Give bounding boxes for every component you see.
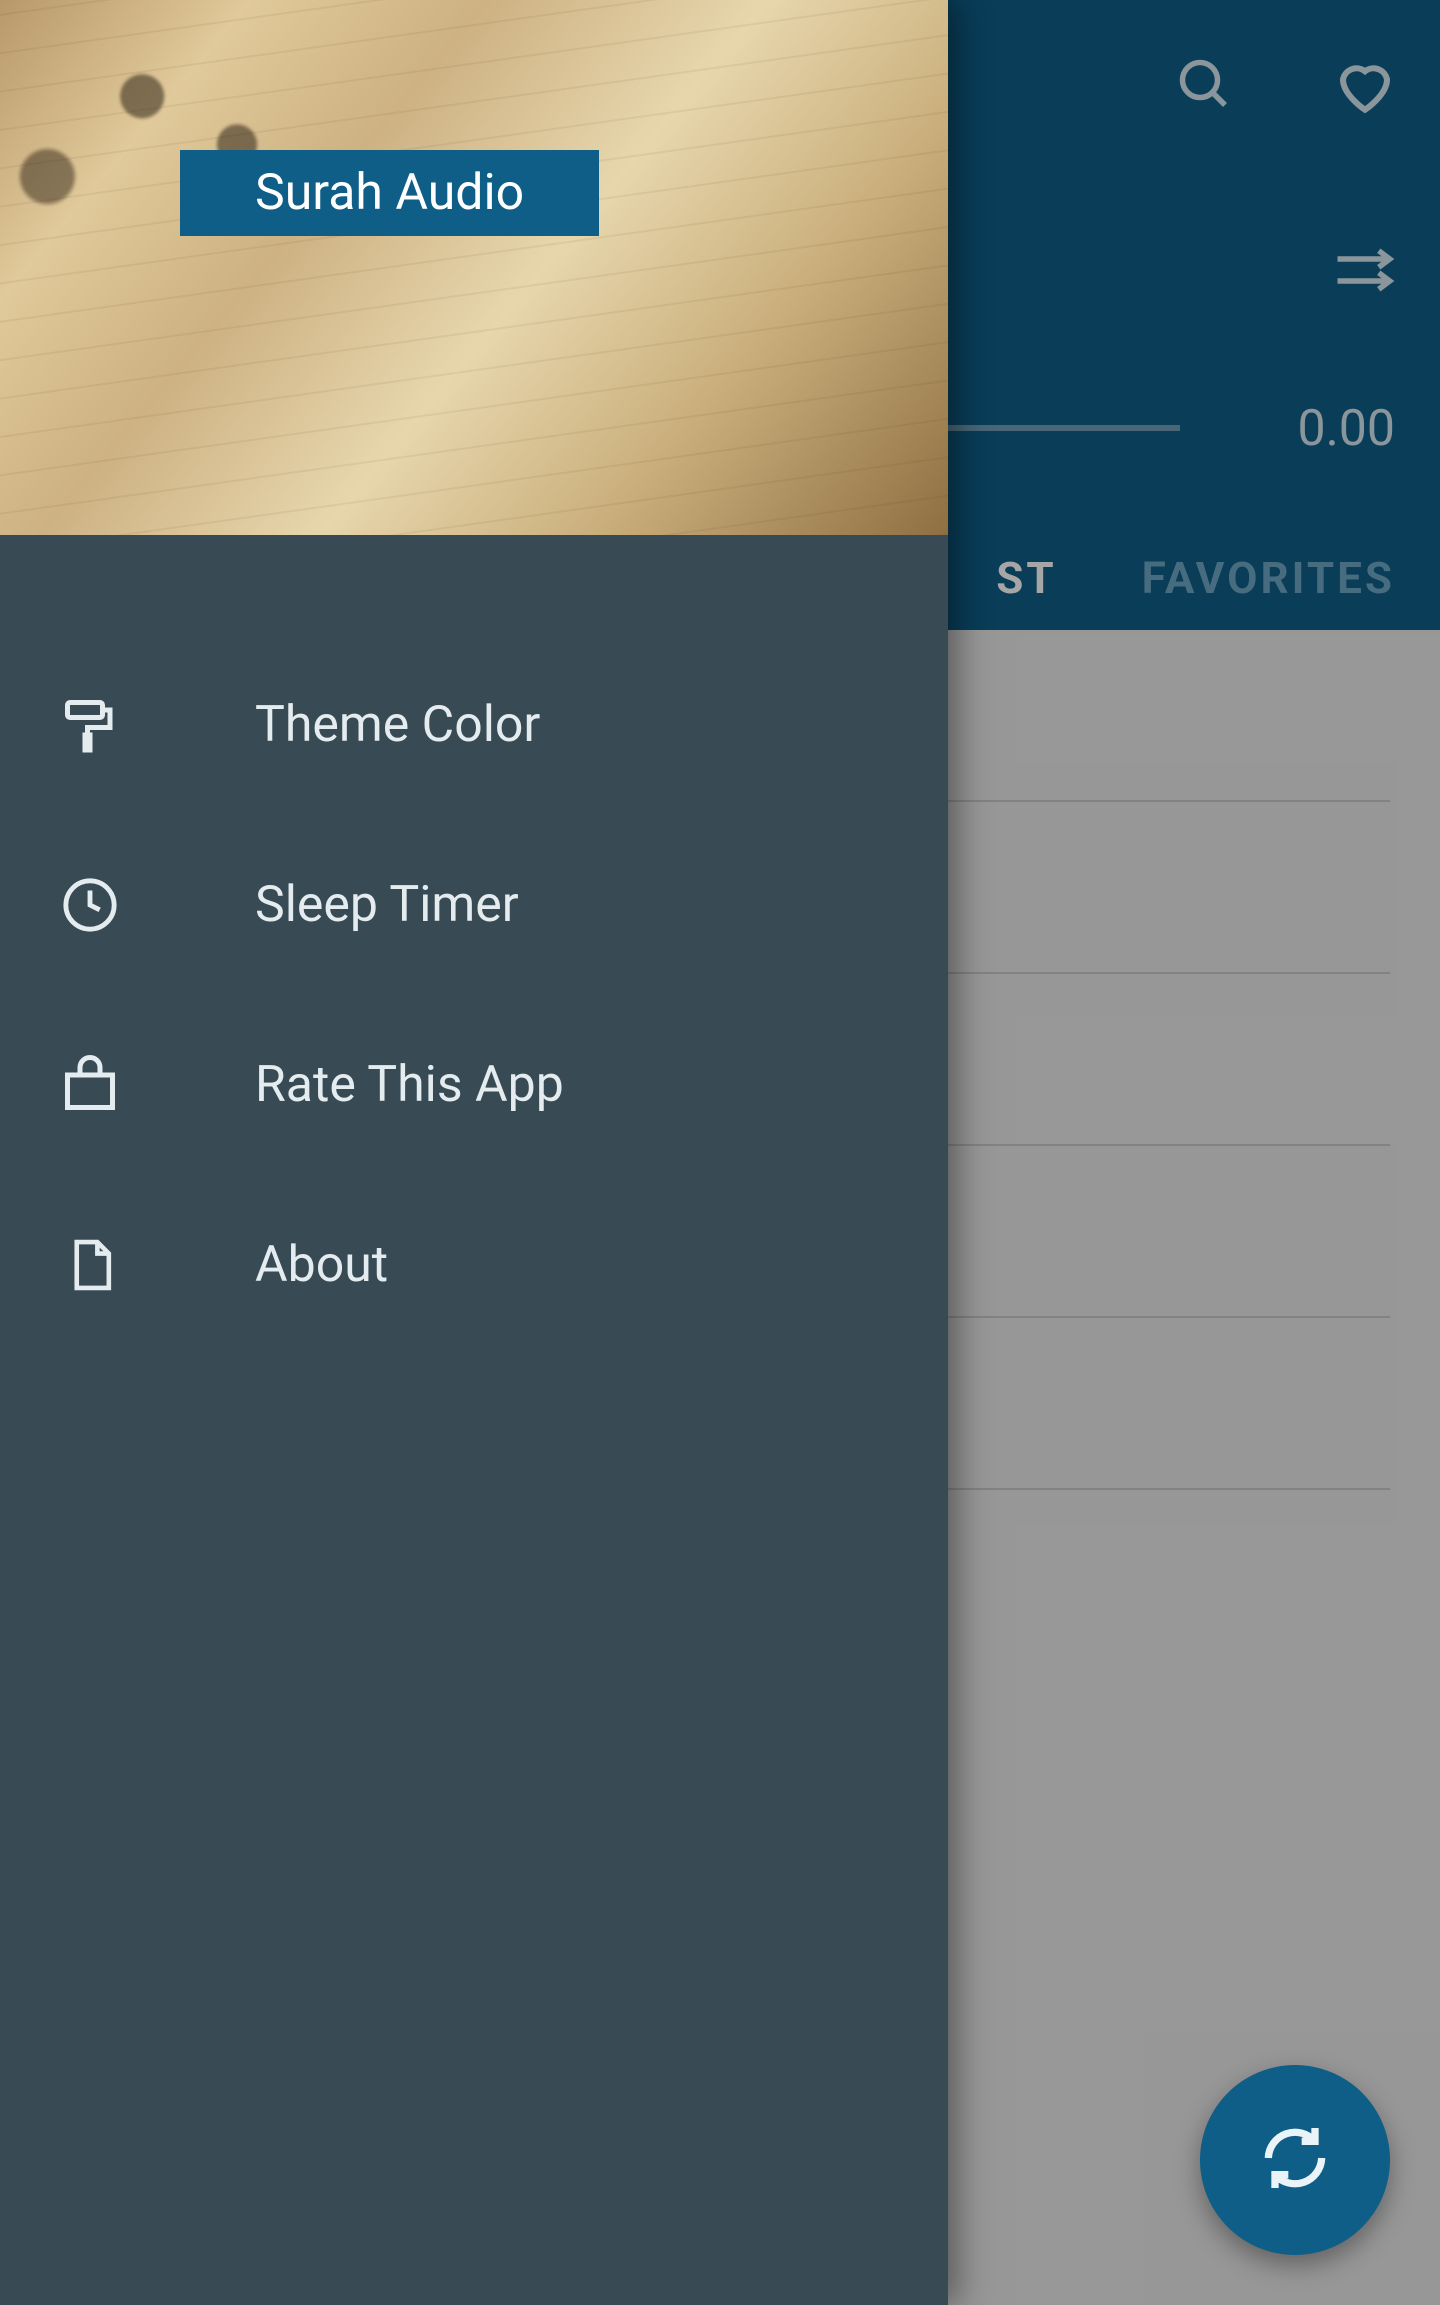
refresh-icon bbox=[1255, 2118, 1335, 2202]
app-root: 0.00 ST FAVORITES Surah Audio bbox=[0, 0, 1440, 2305]
drawer-menu: Theme Color Sleep Timer Rate This App bbox=[0, 535, 948, 1355]
app-title: Surah Audio bbox=[180, 150, 599, 236]
bag-icon bbox=[55, 1050, 125, 1120]
drawer-item-label: Sleep Timer bbox=[255, 876, 519, 934]
drawer-item-label: Theme Color bbox=[255, 696, 540, 754]
refresh-fab[interactable] bbox=[1200, 2065, 1390, 2255]
drawer-item-label: Rate This App bbox=[255, 1056, 564, 1114]
navigation-drawer: Surah Audio Theme Color bbox=[0, 0, 948, 2305]
drawer-item-theme-color[interactable]: Theme Color bbox=[0, 635, 948, 815]
paint-roller-icon bbox=[55, 690, 125, 760]
clock-icon bbox=[55, 870, 125, 940]
drawer-item-about[interactable]: About bbox=[0, 1175, 948, 1355]
drawer-item-label: About bbox=[255, 1236, 388, 1294]
drawer-item-rate-app[interactable]: Rate This App bbox=[0, 995, 948, 1175]
document-icon bbox=[55, 1230, 125, 1300]
drawer-header-image: Surah Audio bbox=[0, 0, 948, 535]
drawer-item-sleep-timer[interactable]: Sleep Timer bbox=[0, 815, 948, 995]
